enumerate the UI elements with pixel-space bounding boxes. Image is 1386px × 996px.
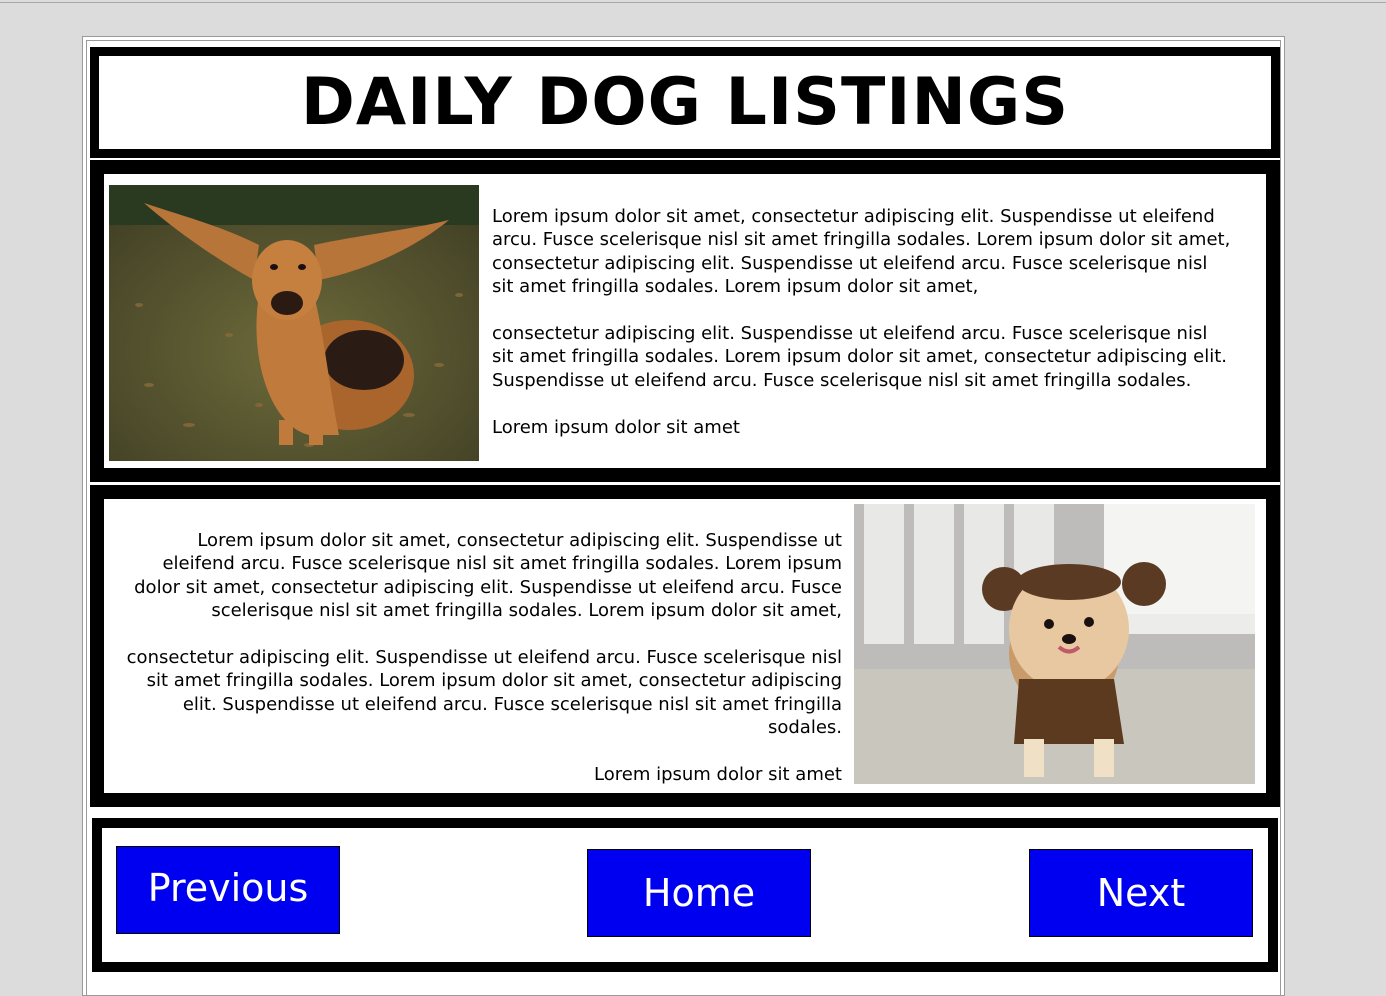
listing-paragraph: Lorem ipsum dolor sit amet, consectetur … (492, 206, 1231, 298)
listing-paragraph: consectetur adipiscing elit. Suspendisse… (492, 323, 1228, 391)
page-title: DAILY DOG LISTINGS (300, 65, 1070, 140)
dog-listing-2: Lorem ipsum dolor sit amet, consectetur … (90, 485, 1280, 807)
dog-listing-1: Lorem ipsum dolor sit amet, consectetur … (90, 160, 1280, 482)
home-button[interactable]: Home (587, 849, 811, 937)
listing-paragraph: consectetur adipiscing elit. Suspendisse… (126, 647, 842, 739)
listing-2-description: Lorem ipsum dolor sit amet, consectetur … (124, 529, 842, 810)
previous-button[interactable]: Previous (116, 846, 340, 934)
listing-paragraph: Lorem ipsum dolor sit amet, consectetur … (134, 530, 842, 622)
listing-1-description: Lorem ipsum dolor sit amet, consectetur … (492, 205, 1232, 462)
bloodhound-photo (109, 185, 479, 461)
header: DAILY DOG LISTINGS (90, 47, 1280, 158)
window-top-line (0, 2, 1386, 3)
pomeranian-photo (854, 504, 1255, 784)
listing-paragraph: Lorem ipsum dolor sit amet (594, 764, 842, 786)
listing-paragraph: Lorem ipsum dolor sit amet (492, 416, 740, 438)
next-button[interactable]: Next (1029, 849, 1253, 937)
